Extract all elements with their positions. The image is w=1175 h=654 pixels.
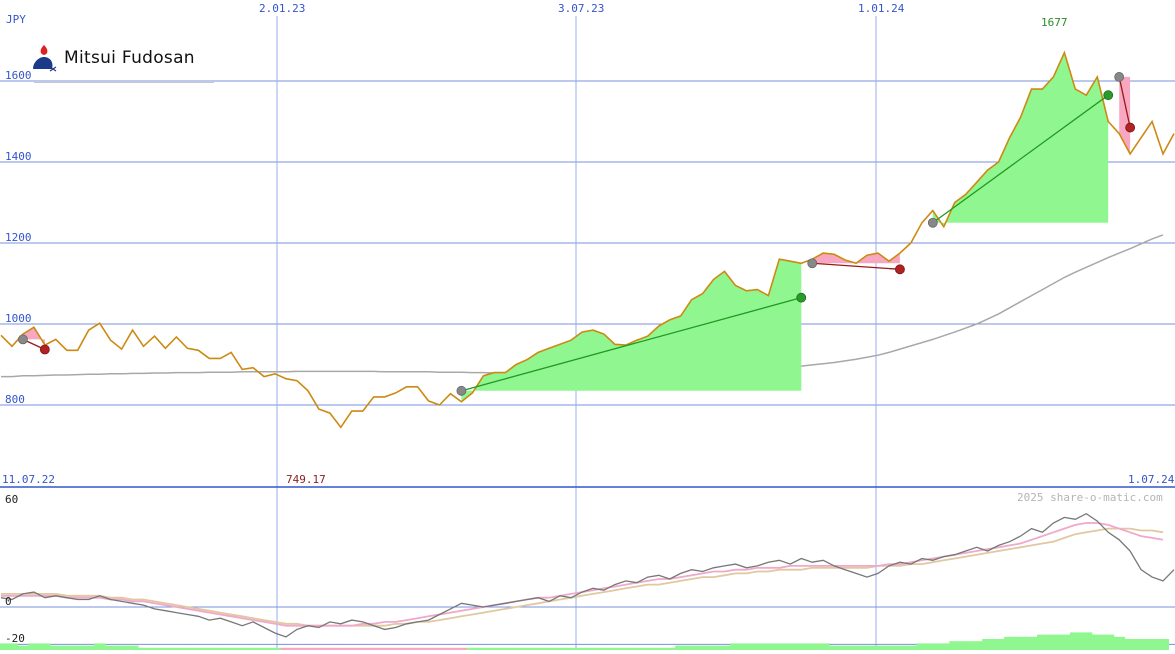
osc-momentum-line xyxy=(0,512,1175,638)
osc-bar-71 xyxy=(773,643,786,650)
credit-label: 2025 share-o-matic.com xyxy=(1017,491,1163,504)
x-tick-label-1: 3.07.23 xyxy=(558,2,605,15)
osc-bar-74 xyxy=(806,643,819,650)
osc-bar-8 xyxy=(83,645,95,650)
trade-exit-marker-4 xyxy=(1125,122,1136,133)
period-high-label: 1677 xyxy=(1041,16,1068,29)
osc-bar-88 xyxy=(960,641,972,650)
osc-bar-80 xyxy=(872,645,884,650)
osc-bar-98 xyxy=(1069,632,1082,650)
osc-bar-96 xyxy=(1047,634,1060,650)
mitsui-fudosan-logo-icon xyxy=(33,45,57,72)
osc-bar-86 xyxy=(938,643,950,650)
osc-bar-105 xyxy=(1146,639,1159,650)
chart-canvas xyxy=(0,16,1175,650)
osc-signal-line-slow xyxy=(1,527,1164,627)
osc-bar-70 xyxy=(762,643,775,650)
osc-bar-69 xyxy=(751,643,764,650)
range-start-label: 11.07.22 xyxy=(2,473,55,486)
osc-bar-104 xyxy=(1135,639,1148,650)
trade-fill-3 xyxy=(932,52,1109,227)
osc-bar-93 xyxy=(1015,636,1027,650)
osc-bar-84 xyxy=(916,643,928,650)
period-low-label: 749.17 xyxy=(286,473,326,486)
osc-bar-10 xyxy=(105,645,117,650)
osc-bar-66 xyxy=(719,645,731,650)
osc-bar-11 xyxy=(116,645,128,650)
osc-bar-103 xyxy=(1124,639,1137,650)
logo-text: Mitsui Fudosan xyxy=(64,48,195,68)
osc-bar-62 xyxy=(675,645,687,650)
oscillator-lines xyxy=(0,512,1175,638)
osc-bar-73 xyxy=(795,643,808,650)
osc-bar-102 xyxy=(1113,636,1126,650)
osc-bar-91 xyxy=(993,639,1005,650)
osc-bar-4 xyxy=(39,643,51,650)
osc-bar-63 xyxy=(686,645,698,650)
osc-bar-68 xyxy=(740,643,753,650)
trade-entry-marker-4 xyxy=(1114,72,1125,82)
company-logo: Mitsui Fudosan xyxy=(30,43,195,73)
osc-bar-100 xyxy=(1091,634,1104,650)
trade-exit-marker-2 xyxy=(895,264,905,275)
logo-underline xyxy=(34,82,214,83)
trade-entry-marker-0 xyxy=(18,334,28,345)
osc-bar-89 xyxy=(971,641,983,650)
osc-bar-82 xyxy=(894,645,906,650)
osc-bar-76 xyxy=(828,645,841,650)
trade-entry-marker-1 xyxy=(456,385,467,396)
osc-bar-87 xyxy=(949,641,961,650)
range-end-label: 1.07.24 xyxy=(1128,473,1175,486)
osc-bar-65 xyxy=(708,645,720,650)
osc-bar-106 xyxy=(1157,639,1170,650)
y-tick-label-1000: 1000 xyxy=(5,312,32,325)
osc-bar-81 xyxy=(883,645,895,650)
osc-bar-77 xyxy=(839,645,852,650)
trade-fill-1 xyxy=(461,259,802,402)
y-tick-label-800: 800 xyxy=(5,393,25,406)
trade-exit-marker-3 xyxy=(1103,90,1114,101)
trade-entry-marker-2 xyxy=(807,258,818,269)
osc-bar-97 xyxy=(1058,634,1071,650)
osc-bar-75 xyxy=(817,643,830,650)
osc-bar-79 xyxy=(861,645,874,650)
osc-bar-92 xyxy=(1004,636,1016,650)
osc-bar-6 xyxy=(61,645,73,650)
osc-bar-94 xyxy=(1026,636,1038,650)
y-tick-label-1600: 1600 xyxy=(5,69,32,82)
trade-exit-marker-1 xyxy=(796,292,807,303)
y-tick-label-1200: 1200 xyxy=(5,231,32,244)
osc-bar-95 xyxy=(1036,634,1049,650)
osc-bar-5 xyxy=(50,645,62,650)
trade-exit-marker-0 xyxy=(39,344,50,355)
osc-bar-2 xyxy=(17,645,29,650)
osc-bar-101 xyxy=(1102,634,1115,650)
x-tick-label-0: 2.01.23 xyxy=(259,2,306,15)
osc-bar-90 xyxy=(982,639,994,650)
osc-tick-label-1: 0 xyxy=(5,595,12,608)
osc-tick-label-2: -20 xyxy=(5,632,25,646)
trade-entry-marker-3 xyxy=(927,217,938,228)
osc-bar-85 xyxy=(927,643,939,650)
osc-bar-7 xyxy=(72,645,84,650)
osc-signal-line-fast xyxy=(1,522,1164,627)
osc-bar-99 xyxy=(1080,632,1093,650)
osc-bar-72 xyxy=(784,643,797,650)
osc-bar-67 xyxy=(730,643,742,650)
osc-bar-12 xyxy=(127,645,139,650)
trade-fill-2 xyxy=(812,253,900,264)
osc-bar-9 xyxy=(94,643,106,650)
y-tick-label-1400: 1400 xyxy=(5,150,32,163)
osc-bar-83 xyxy=(905,645,917,650)
osc-bar-64 xyxy=(697,645,709,650)
osc-bar-78 xyxy=(850,645,863,650)
currency-label: JPY xyxy=(6,13,26,26)
trade-line-2 xyxy=(812,262,900,270)
oscillator-bars xyxy=(0,632,1170,650)
osc-tick-label-0: 60 xyxy=(5,493,19,506)
osc-bar-3 xyxy=(28,643,40,650)
x-tick-label-2: 1.01.24 xyxy=(858,2,905,15)
chart-stage: Mitsui Fudosan JPY 2025 share-o-matic.co… xyxy=(0,0,1175,650)
